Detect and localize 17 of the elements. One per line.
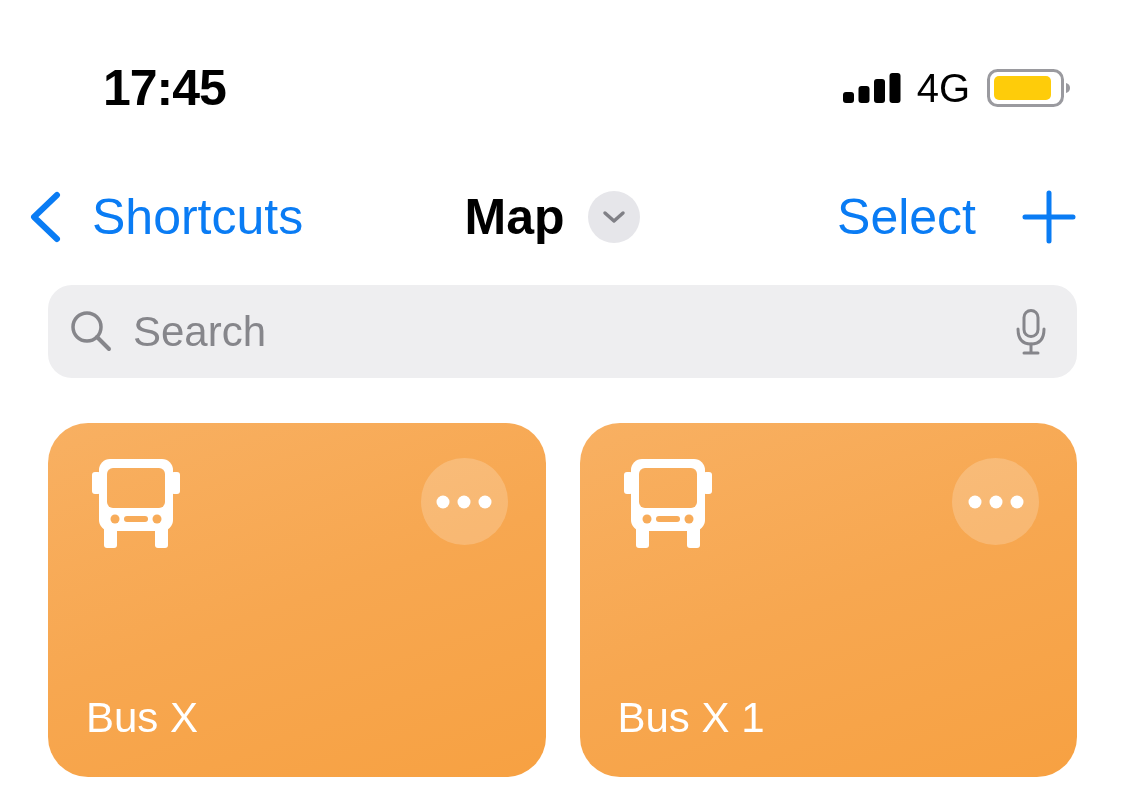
search-field[interactable]: Search bbox=[48, 285, 1077, 378]
plus-icon bbox=[1022, 190, 1076, 244]
status-time: 17:45 bbox=[103, 63, 226, 113]
select-button[interactable]: Select bbox=[837, 192, 976, 242]
network-label: 4G bbox=[916, 68, 970, 108]
ellipsis-icon bbox=[967, 494, 1024, 509]
shortcut-name: Bus X 1 bbox=[617, 697, 765, 739]
page-title: Map bbox=[464, 192, 565, 242]
search-icon bbox=[70, 310, 112, 352]
add-button[interactable] bbox=[1022, 190, 1076, 244]
signal-icon bbox=[842, 73, 901, 103]
microphone-icon[interactable] bbox=[1015, 309, 1047, 355]
ellipsis-icon bbox=[436, 494, 492, 509]
chevron-left-icon bbox=[28, 191, 62, 243]
chevron-down-icon bbox=[601, 210, 626, 224]
shortcut-name: Bus X bbox=[86, 697, 199, 739]
back-button[interactable]: Shortcuts bbox=[28, 191, 304, 243]
